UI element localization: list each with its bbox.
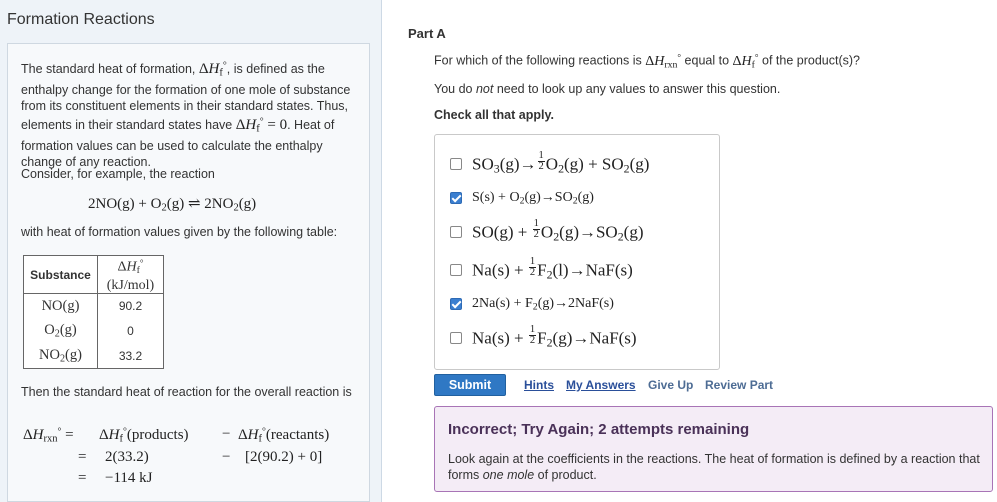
note-emphasis: not	[475, 82, 494, 96]
dhf-symbol: ΔHf°	[732, 52, 759, 70]
feedback-text-2: of product.	[534, 468, 597, 482]
question-text-2: equal to	[681, 53, 733, 68]
option-6[interactable]: Na(s) + 1 2 F2(g)→NaF(s)	[450, 324, 637, 351]
table-cell-substance: NO2(g)	[23, 343, 98, 369]
then-text: Then the standard heat of reaction for t…	[21, 385, 352, 399]
option-6-checkbox[interactable]	[450, 331, 462, 344]
consider-text: Consider, for example, the reaction	[21, 167, 215, 181]
note-text-2: need to look up any values to answer thi…	[493, 82, 781, 96]
dhf-zero: ΔHf° = 0	[235, 116, 288, 135]
option-3-checkbox[interactable]	[450, 225, 462, 238]
option-5[interactable]: 2Na(s) + F2(g)→2NaF(s)	[450, 296, 614, 312]
deriv-minus-1: −	[222, 426, 231, 442]
part-a-label: Part A	[408, 26, 446, 41]
check-all-instruction: Check all that apply.	[434, 108, 554, 122]
deriv-products-term: ΔHf°(products)	[99, 426, 189, 445]
deriv-line2-reactants: [2(90.2) + 0]	[245, 449, 323, 465]
give-up-link[interactable]: Give Up	[648, 378, 693, 392]
option-5-checkbox[interactable]	[450, 298, 462, 311]
question-text: For which of the following reactions is …	[434, 52, 860, 70]
equals-3: =	[78, 470, 87, 486]
example-reaction: 2NO(g) + O2(g) ⇌ 2NO2(g)	[88, 196, 257, 214]
question-text-3: of the product(s)?	[758, 53, 860, 68]
dh-rxn-symbol: ΔHrxn° =	[23, 426, 74, 445]
submit-button[interactable]: Submit	[434, 374, 506, 396]
table-cell-value: 33.2	[97, 343, 164, 369]
option-4-checkbox[interactable]	[450, 263, 462, 276]
hints-link[interactable]: Hints	[524, 378, 554, 392]
option-1-label: SO3(g)→ 1 2 O2(g) + SO2(g)	[472, 150, 650, 176]
note-text-1: You do	[434, 82, 476, 96]
def-text-1: The standard heat of formation,	[21, 61, 199, 76]
table-intro-text: with heat of formation values given by t…	[21, 225, 338, 239]
option-1-checkbox[interactable]	[450, 157, 462, 170]
table-cell-substance: O2(g)	[23, 318, 98, 344]
feedback-message: Look again at the coefficients in the re…	[448, 451, 983, 483]
table-row: NO2(g) 33.2	[23, 343, 164, 369]
table-cell-substance: NO(g)	[23, 293, 98, 319]
definition-paragraph: The standard heat of formation, ΔHf°, is…	[21, 58, 361, 170]
option-3[interactable]: SO(g) + 1 2 O2(g)→SO2(g)	[450, 218, 644, 245]
option-5-label: 2Na(s) + F2(g)→2NaF(s)	[472, 296, 614, 313]
deriv-reactants-term: ΔHf°(reactants)	[238, 426, 330, 445]
deriv-line2-products: 2(33.2)	[105, 449, 149, 465]
my-answers-link[interactable]: My Answers	[566, 378, 636, 392]
feedback-emphasis: one mole	[482, 468, 535, 482]
note-text: You do not need to look up any values to…	[434, 82, 780, 96]
equals-2: =	[78, 449, 87, 465]
option-4-label: Na(s) + 1 2 F2(l)→NaF(s)	[472, 256, 633, 282]
dhf-symbol: ΔHf°	[198, 60, 227, 79]
option-6-label: Na(s) + 1 2 F2(g)→NaF(s)	[472, 324, 637, 350]
feedback-title: Incorrect; Try Again; 2 attempts remaini…	[448, 421, 750, 438]
table-cell-value: 90.2	[97, 293, 164, 319]
products-label: (products)	[126, 426, 189, 443]
table-cell-value: 0	[97, 318, 164, 344]
dh-rxn-symbol: ΔHrxn°	[645, 52, 682, 70]
question-text-1: For which of the following reactions is	[434, 53, 646, 68]
feedback-box: Incorrect; Try Again; 2 attempts remaini…	[434, 406, 993, 492]
table-row: O2(g) 0	[23, 318, 164, 344]
intro-panel: Formation Reactions The standard heat of…	[0, 0, 382, 502]
table-row: NO(g) 90.2	[23, 293, 164, 319]
intro-title: Formation Reactions	[7, 11, 155, 28]
table-header-substance: Substance	[23, 255, 98, 294]
table-header-dhf: ΔHf° (kJ/mol)	[97, 255, 164, 294]
answer-options: SO3(g)→ 1 2 O2(g) + SO2(g) S(s) + O2(g)→SO2…	[434, 134, 720, 370]
review-part-link[interactable]: Review Part	[705, 378, 773, 392]
option-4[interactable]: Na(s) + 1 2 F2(l)→NaF(s)	[450, 256, 633, 283]
option-2-label: S(s) + O2(g)→SO2(g)	[472, 190, 594, 207]
option-1[interactable]: SO3(g)→ 1 2 O2(g) + SO2(g)	[450, 150, 650, 177]
deriv-minus-2: −	[222, 449, 231, 465]
option-3-label: SO(g) + 1 2 O2(g)→SO2(g)	[472, 218, 644, 244]
deriv-result: −114 kJ	[105, 470, 153, 486]
reactants-label: (reactants)	[265, 426, 330, 443]
heat-of-formation-table: Substance ΔHf° (kJ/mol) NO(g) 90.2 O2(g) …	[23, 255, 164, 369]
intro-box: The standard heat of formation, ΔHf°, is…	[7, 43, 370, 502]
option-2-checkbox[interactable]	[450, 192, 462, 205]
option-2[interactable]: S(s) + O2(g)→SO2(g)	[450, 190, 594, 206]
